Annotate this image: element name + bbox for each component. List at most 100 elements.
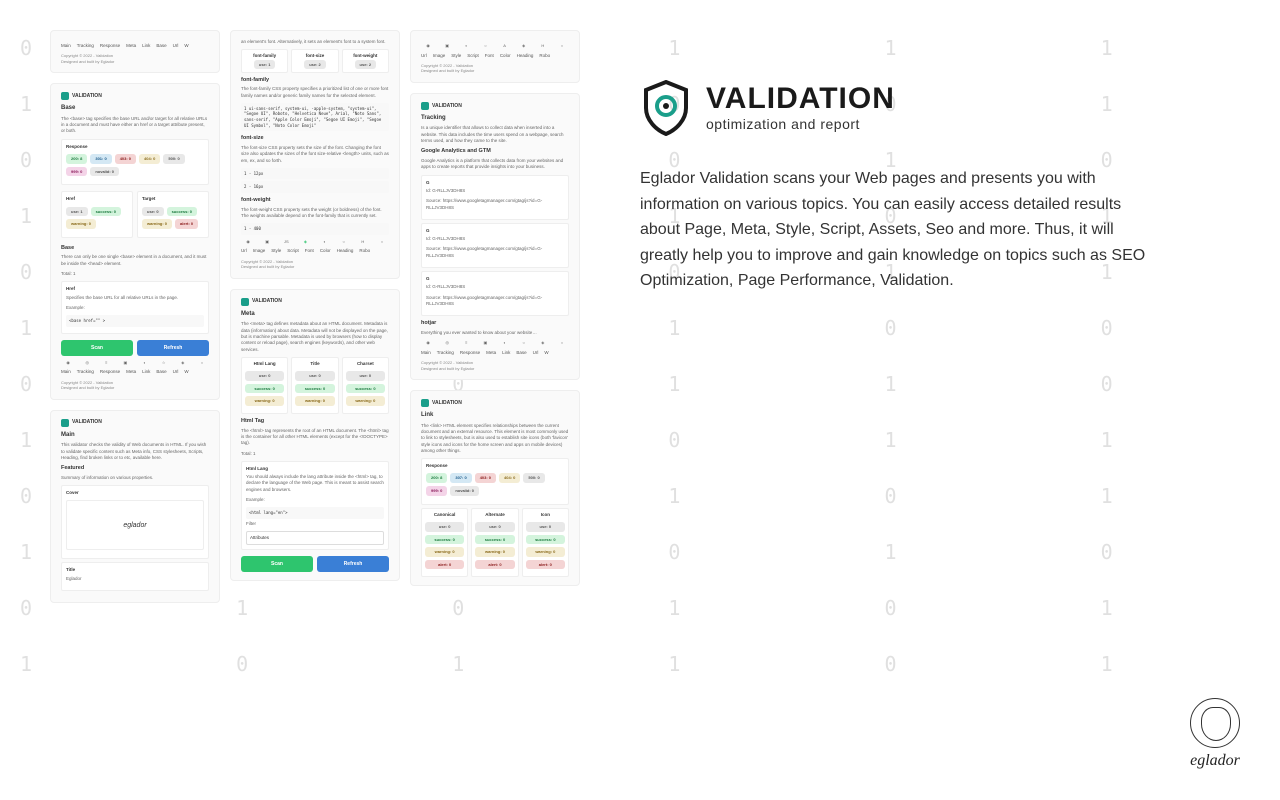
font-weight-hd: font-weight — [346, 53, 385, 59]
nav-icon[interactable]: ▣ — [118, 360, 132, 366]
nav-icon[interactable]: ☆ — [157, 360, 171, 366]
nav-icon[interactable]: ◈ — [536, 340, 550, 346]
title-field-label: Title — [66, 567, 204, 573]
scan-button[interactable]: Scan — [61, 340, 133, 356]
example-label: Example: — [246, 497, 384, 503]
status-chip: 403: 0 — [475, 473, 496, 483]
shield-icon — [241, 298, 249, 306]
href-sub-label: Href — [66, 286, 204, 292]
nav-icon[interactable]: ◈ — [298, 239, 312, 245]
chip: use: 1 — [66, 207, 88, 217]
nav-icon[interactable]: ▣ — [440, 43, 454, 49]
font-size-hd: font-size — [295, 53, 334, 59]
base-subtitle: Base — [61, 245, 209, 253]
example-label: Example: — [66, 305, 204, 311]
refresh-button[interactable]: Refresh — [137, 340, 209, 356]
alternate-hd: Alternate — [475, 512, 514, 518]
nav-icon[interactable]: A — [498, 43, 512, 49]
filter-select[interactable]: Attributes — [246, 531, 384, 545]
chip: success: 0 — [91, 207, 121, 217]
nav-icon[interactable]: ◉ — [421, 340, 435, 346]
htmllang-hd: Html Lang — [245, 361, 284, 367]
chip: warning: 0 — [245, 396, 284, 406]
nav-icon[interactable]: ○ — [517, 340, 531, 346]
nav-icon[interactable]: ◐ — [138, 360, 152, 366]
nav-icon[interactable]: ○ — [555, 340, 569, 346]
nav-icon[interactable]: ◉ — [241, 239, 255, 245]
status-chip: 301: 0 — [90, 154, 111, 164]
status-chip: 999: 0 — [426, 486, 447, 496]
nav-icon[interactable]: ◉ — [61, 360, 75, 366]
code-example: <html lang="en"> — [246, 507, 384, 519]
nav-icon[interactable]: ≡ — [459, 340, 473, 346]
nav-icon[interactable]: ○ — [375, 239, 389, 245]
logo-mini: VALIDATION — [61, 419, 209, 427]
nav-icon[interactable]: H — [356, 239, 370, 245]
nav-icon[interactable]: ◐ — [459, 43, 473, 49]
status-chip: 307: 0 — [450, 473, 471, 483]
nav-icon[interactable]: JS — [279, 239, 293, 245]
target-label: Target — [142, 196, 204, 202]
nav-icon[interactable]: ◎ — [440, 340, 454, 346]
footer-text: Copyright © 2022 - ValidationDesigned an… — [61, 53, 209, 64]
htmltag-title: Html Tag — [241, 418, 389, 426]
nav-icon[interactable]: ▣ — [478, 340, 492, 346]
nav-icon[interactable]: ▣ — [260, 239, 274, 245]
fw-item: 1 - 400 — [241, 223, 389, 235]
g-label: G — [426, 180, 564, 186]
featured-desc: Summary of information on various proper… — [61, 475, 209, 481]
footer-text: Copyright © 2022 - ValidationDesigned an… — [241, 259, 389, 270]
nav-icon[interactable]: ◈ — [176, 360, 190, 366]
chip: success: 0 — [295, 384, 334, 394]
status-chip: 200: 8 — [426, 473, 447, 483]
logo-subtitle: optimization and report — [706, 116, 895, 132]
filter-label: Filter — [246, 521, 384, 527]
nav-icon[interactable]: ○ — [478, 43, 492, 49]
g-source: Source: https://www.googletagmanager.com… — [426, 198, 564, 211]
nav-icon[interactable]: ○ — [337, 239, 351, 245]
shield-icon — [61, 92, 69, 100]
g-source: Source: https://www.googletagmanager.com… — [426, 295, 564, 308]
tracking-desc: Is a unique identifier that allows to co… — [421, 125, 569, 144]
chip: success: 0 — [425, 535, 464, 545]
scan-button[interactable]: Scan — [241, 556, 313, 572]
refresh-button[interactable]: Refresh — [317, 556, 389, 572]
nav-icon[interactable]: ◉ — [421, 43, 435, 49]
section-desc: The <base> tag specifies the base URL an… — [61, 116, 209, 135]
href-label: Href — [66, 196, 128, 202]
g-label: G — [426, 276, 564, 282]
cover-image: eglador — [66, 500, 204, 550]
meta-desc: The <meta> tag defines metadata about an… — [241, 321, 389, 352]
meta-title: Meta — [241, 310, 389, 318]
chip: use: 2 — [304, 60, 326, 69]
nav-icon[interactable]: H — [536, 43, 550, 49]
nav-icon[interactable]: ◐ — [318, 239, 332, 245]
shield-icon — [640, 80, 692, 136]
chip: use: 0 — [142, 207, 164, 217]
total-label: Total: 1 — [241, 451, 389, 457]
chip: warning: 0 — [346, 396, 385, 406]
nav-icon[interactable]: ◈ — [517, 43, 531, 49]
fs-item: 1 - 12px — [241, 168, 389, 180]
title-hd: Title — [295, 361, 334, 367]
font-size-desc: The font-size CSS property sets the size… — [241, 145, 389, 164]
chip: alert: 0 — [526, 560, 565, 570]
status-chip: 200: 8 — [66, 154, 87, 164]
nav-icon[interactable]: ≡ — [99, 360, 113, 366]
font-family-hd: font-family — [245, 53, 284, 59]
ga-desc: Google Analytics is a platform that coll… — [421, 158, 569, 171]
logo-title: VALIDATION — [706, 84, 895, 114]
chip: success: 0 — [346, 384, 385, 394]
nav-icon[interactable]: ◐ — [498, 340, 512, 346]
shield-icon — [421, 102, 429, 110]
title-value: Eglador — [66, 576, 204, 582]
nav-icon[interactable]: ◎ — [80, 360, 94, 366]
nav-icon[interactable]: ○ — [195, 360, 209, 366]
g-id: Id: G-RLLJV3DH8S — [426, 284, 564, 290]
screenshot-card-main: VALIDATION Main This validator checks th… — [50, 410, 220, 603]
chip: success: 0 — [526, 535, 565, 545]
chip: alert: 0 — [175, 219, 198, 229]
nav-icon[interactable]: ○ — [555, 43, 569, 49]
status-chip: 404: 0 — [499, 473, 520, 483]
cover-label: Cover — [66, 490, 204, 496]
